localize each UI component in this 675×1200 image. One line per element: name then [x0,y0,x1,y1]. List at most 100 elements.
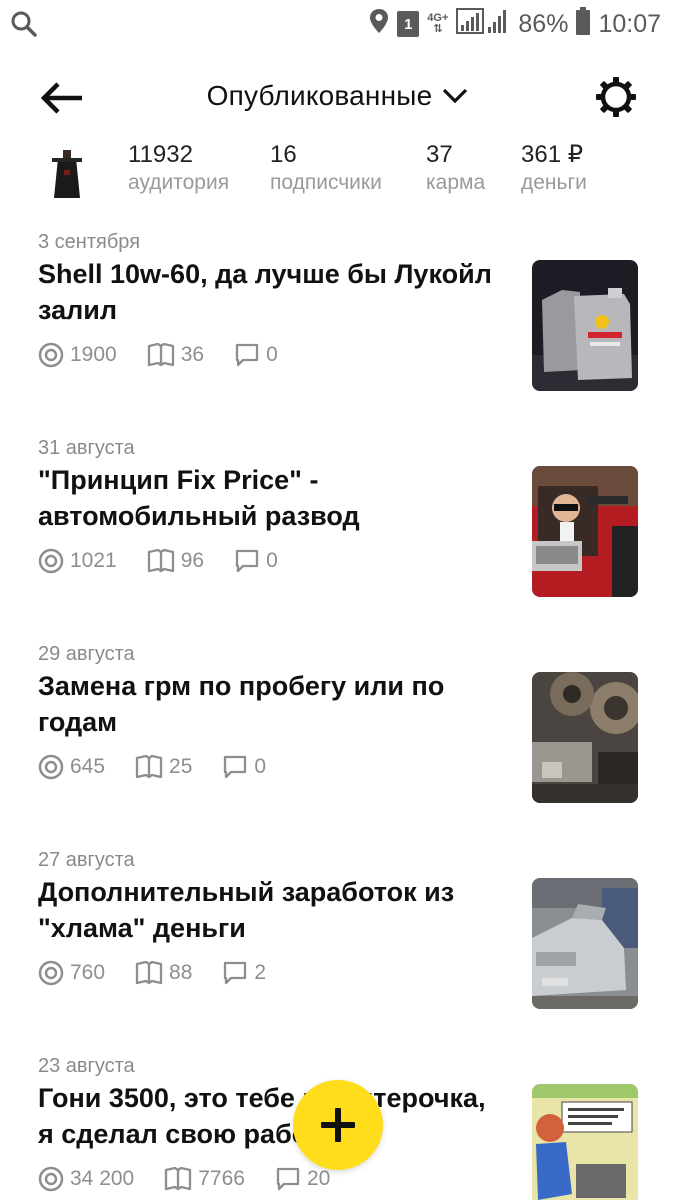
article-stats: 760 88 2 [38,960,296,986]
stat-subscribers: 16 подписчики [270,140,382,196]
settings-button[interactable] [595,76,637,118]
article-date: 3 сентября [38,231,141,253]
gear-icon [596,77,636,117]
add-post-button[interactable] [293,1080,383,1170]
comments-count: 0 [266,343,278,366]
views-stat: 1021 [38,548,117,574]
comments-stat: 0 [234,343,278,367]
book-icon [135,755,163,779]
views-count: 34 200 [70,1167,135,1190]
stat-label: деньги [521,171,587,194]
article-thumbnail [532,466,638,597]
stat-karma: 37 карма [426,140,485,196]
views-count: 1900 [70,343,117,366]
stat-value: 16 [270,141,297,168]
article-stats: 1900 36 0 [38,342,308,368]
sim-badge: 1 [397,11,420,37]
stat-label: карма [426,171,486,194]
article-stats: 1021 96 0 [38,548,308,574]
article-title: Shell 10w-60, да лучше бы Лукойл залил [38,259,492,325]
article-card[interactable]: 3 сентября Shell 10w-60, да лучше бы Лук… [0,228,675,418]
eye-icon [38,548,64,574]
article-title: Дополнительный заработок из "хлама" день… [38,877,455,943]
article-date: 31 августа [38,437,135,459]
article-title: Гони 3500, это тебе не пятерочка, я сдел… [38,1083,486,1149]
reads-stat: 36 [147,343,204,367]
plus-icon [321,1108,355,1142]
article-title: "Принцип Fix Price" - автомобильный разв… [38,465,360,531]
book-icon [147,343,174,367]
article-stats: 645 25 0 [38,754,296,780]
eye-icon [38,1166,64,1192]
comments-count: 20 [306,1167,331,1190]
eye-icon [38,342,64,368]
stat-value: 361 ₽ [521,141,583,168]
reads-stat: 88 [135,961,192,985]
views-stat: 1900 [38,342,117,368]
network-type: 4G+ ⇅ [427,12,449,35]
article-thumbnail [532,1084,638,1200]
article-date: 23 августа [38,1055,135,1077]
status-bar: 1 4G+ ⇅ 86% 10:07 [0,0,675,48]
stat-value: 11932 [128,141,193,168]
views-stat: 645 [38,754,105,780]
comment-icon [276,1167,300,1191]
eye-icon [38,754,64,780]
reads-count: 25 [169,755,193,778]
article-date: 27 августа [38,849,135,871]
article-thumbnail [532,878,638,1009]
comment-icon [235,343,259,367]
chevron-down-icon [443,88,468,104]
comments-stat: 0 [234,549,278,573]
views-count: 645 [70,755,106,778]
location-icon [369,8,389,41]
stat-label: аудитория [128,171,230,194]
views-count: 760 [70,961,106,984]
comments-stat: 0 [222,755,266,779]
reads-stat: 7766 [164,1167,245,1191]
article-title: Замена грм по пробегу или по годам [38,671,445,737]
article-date: 29 августа [38,643,135,665]
stat-money: 361 ₽ деньги [521,140,587,196]
battery-percent: 86% [518,9,569,38]
comment-icon [224,755,247,779]
signal-icon [456,7,510,42]
comments-count: 2 [254,961,267,984]
book-icon [135,961,163,985]
comments-stat: 2 [222,961,266,985]
article-stats: 34 200 7766 20 [38,1166,360,1192]
views-count: 1021 [70,549,117,572]
eye-icon [38,960,64,986]
article-card[interactable]: 27 августа Дополнительный заработок из "… [0,846,675,1036]
stat-label: подписчики [270,171,382,194]
reads-count: 88 [169,961,193,984]
comments-stat: 20 [275,1167,330,1191]
channel-stats: 11932 аудитория 16 подписчики 37 карма 3… [0,140,675,202]
battery-icon [576,6,591,42]
article-card[interactable]: 29 августа Замена грм по пробегу или по … [0,640,675,830]
clock: 10:07 [598,9,661,38]
comments-count: 0 [254,755,267,778]
stat-audience: 11932 аудитория [128,140,229,196]
book-icon [147,549,174,573]
article-thumbnail [532,260,638,391]
comment-icon [235,549,259,573]
search-icon [10,10,38,43]
reads-stat: 25 [135,755,192,779]
book-icon [165,1167,192,1191]
reads-count: 7766 [198,1167,245,1190]
publication-filter-dropdown[interactable]: Опубликованные [0,80,675,112]
article-thumbnail [532,672,638,803]
reads-stat: 96 [147,549,204,573]
page-title: Опубликованные [206,80,433,111]
stat-value: 37 [426,141,453,168]
article-card[interactable]: 31 августа "Принцип Fix Price" - автомоб… [0,434,675,624]
comments-count: 0 [266,549,278,572]
views-stat: 34 200 [38,1166,134,1192]
app-header: Опубликованные [0,68,675,128]
avatar[interactable] [50,148,84,198]
views-stat: 760 [38,960,105,986]
reads-count: 36 [180,343,205,366]
reads-count: 96 [180,549,205,572]
comment-icon [224,961,247,985]
